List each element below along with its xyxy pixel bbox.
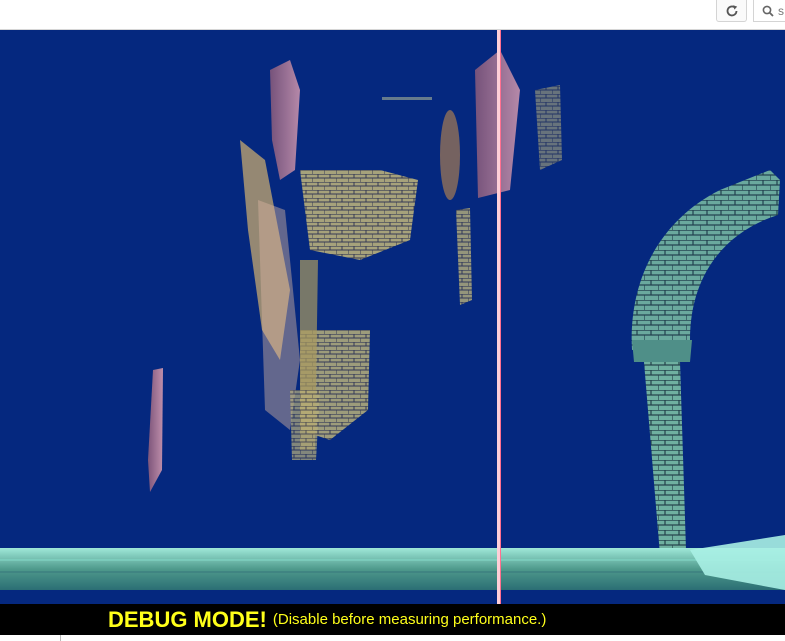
- scene-arch-right: [631, 170, 780, 555]
- debug-banner: DEBUG MODE! (Disable before measuring pe…: [0, 604, 785, 635]
- browser-toolbar: s: [0, 0, 785, 30]
- debug-title: DEBUG MODE!: [108, 606, 267, 632]
- search-input[interactable]: s: [753, 0, 785, 22]
- render-canvas[interactable]: [0, 30, 785, 604]
- scene-sliver: [148, 368, 163, 492]
- status-strip: [0, 635, 785, 641]
- search-icon: [762, 5, 774, 17]
- status-divider: [60, 635, 61, 641]
- reload-button[interactable]: [716, 0, 747, 22]
- marker-line: [497, 30, 500, 604]
- reload-icon: [726, 4, 737, 16]
- scene-fragment-left: [240, 60, 432, 460]
- debug-note: (Disable before measuring performance.): [272, 611, 547, 628]
- search-placeholder: s: [778, 3, 784, 18]
